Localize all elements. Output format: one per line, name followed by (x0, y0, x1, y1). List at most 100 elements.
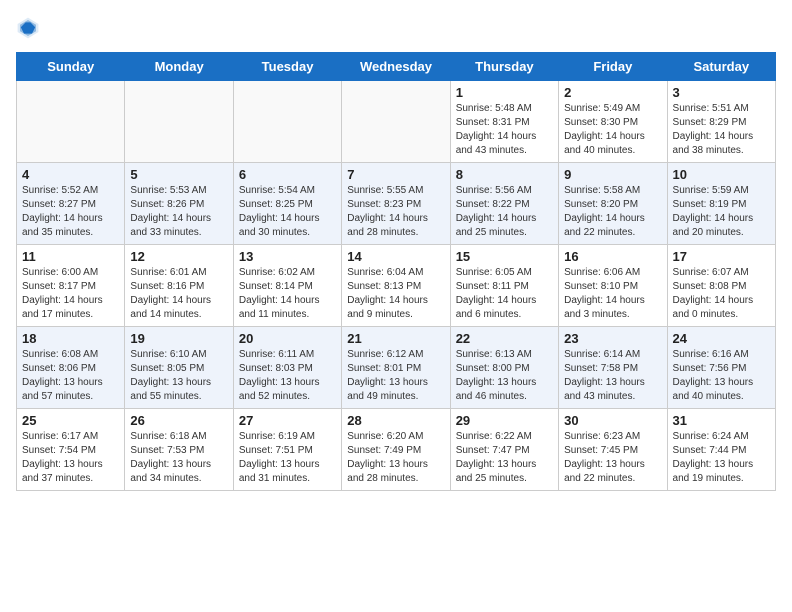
calendar-day-cell: 2 Sunrise: 5:49 AM Sunset: 8:30 PM Daylig… (559, 81, 667, 163)
logo (16, 16, 44, 40)
day-info: Sunrise: 6:02 AM Sunset: 8:14 PM Dayligh… (239, 266, 336, 322)
day-number: 23 (564, 331, 661, 346)
day-number: 6 (239, 167, 336, 182)
calendar-day-cell: 27 Sunrise: 6:19 AM Sunset: 7:51 PM Dayli… (233, 409, 341, 491)
day-number: 15 (456, 249, 553, 264)
calendar-day-cell: 12Sunrise: 6:01 AM Sunset: 8:16 PM Dayli… (125, 245, 233, 327)
weekday-header: Friday (559, 53, 667, 81)
day-info: Sunrise: 6:00 AM Sunset: 8:17 PM Dayligh… (22, 266, 119, 322)
day-info: Sunrise: 5:48 AM Sunset: 8:31 PM Dayligh… (456, 102, 553, 158)
day-number: 22 (456, 331, 553, 346)
day-info: Sunrise: 5:49 AM Sunset: 8:30 PM Dayligh… (564, 102, 661, 158)
day-info: Sunrise: 6:18 AM Sunset: 7:53 PM Dayligh… (130, 430, 227, 486)
day-info: Sunrise: 6:22 AM Sunset: 7:47 PM Dayligh… (456, 430, 553, 486)
day-number: 31 (673, 413, 770, 428)
day-number: 10 (673, 167, 770, 182)
calendar-day-cell: 4 Sunrise: 5:52 AM Sunset: 8:27 PM Daylig… (17, 163, 125, 245)
day-info: Sunrise: 5:58 AM Sunset: 8:20 PM Dayligh… (564, 184, 661, 240)
day-info: Sunrise: 6:13 AM Sunset: 8:00 PM Dayligh… (456, 348, 553, 404)
day-number: 3 (673, 85, 770, 100)
calendar-day-cell: 5 Sunrise: 5:53 AM Sunset: 8:26 PM Daylig… (125, 163, 233, 245)
calendar-table: SundayMondayTuesdayWednesdayThursdayFrid… (16, 52, 776, 491)
calendar-day-cell: 1 Sunrise: 5:48 AM Sunset: 8:31 PM Daylig… (450, 81, 558, 163)
calendar-day-cell: 7Sunrise: 5:55 AM Sunset: 8:23 PM Daylig… (342, 163, 450, 245)
day-info: Sunrise: 5:54 AM Sunset: 8:25 PM Dayligh… (239, 184, 336, 240)
weekday-header: Monday (125, 53, 233, 81)
weekday-header: Sunday (17, 53, 125, 81)
calendar-day-cell: 6 Sunrise: 5:54 AM Sunset: 8:25 PM Daylig… (233, 163, 341, 245)
day-number: 1 (456, 85, 553, 100)
calendar-day-cell: 10 Sunrise: 5:59 AM Sunset: 8:19 PM Dayli… (667, 163, 775, 245)
day-info: Sunrise: 6:11 AM Sunset: 8:03 PM Dayligh… (239, 348, 336, 404)
day-number: 18 (22, 331, 119, 346)
calendar-day-cell: 17Sunrise: 6:07 AM Sunset: 8:08 PM Dayli… (667, 245, 775, 327)
day-number: 25 (22, 413, 119, 428)
day-info: Sunrise: 6:14 AM Sunset: 7:58 PM Dayligh… (564, 348, 661, 404)
day-info: Sunrise: 5:53 AM Sunset: 8:26 PM Dayligh… (130, 184, 227, 240)
day-number: 5 (130, 167, 227, 182)
calendar-day-cell: 16 Sunrise: 6:06 AM Sunset: 8:10 PM Dayli… (559, 245, 667, 327)
calendar-day-cell: 23 Sunrise: 6:14 AM Sunset: 7:58 PM Dayli… (559, 327, 667, 409)
day-number: 24 (673, 331, 770, 346)
day-info: Sunrise: 6:23 AM Sunset: 7:45 PM Dayligh… (564, 430, 661, 486)
day-number: 2 (564, 85, 661, 100)
weekday-header: Wednesday (342, 53, 450, 81)
day-number: 9 (564, 167, 661, 182)
day-number: 19 (130, 331, 227, 346)
calendar-week-row: 25 Sunrise: 6:17 AM Sunset: 7:54 PM Dayli… (17, 409, 776, 491)
calendar-week-row: 1 Sunrise: 5:48 AM Sunset: 8:31 PM Daylig… (17, 81, 776, 163)
day-number: 30 (564, 413, 661, 428)
day-number: 8 (456, 167, 553, 182)
day-number: 14 (347, 249, 444, 264)
day-number: 29 (456, 413, 553, 428)
calendar-day-cell: 25 Sunrise: 6:17 AM Sunset: 7:54 PM Dayli… (17, 409, 125, 491)
calendar-header-row: SundayMondayTuesdayWednesdayThursdayFrid… (17, 53, 776, 81)
day-info: Sunrise: 5:52 AM Sunset: 8:27 PM Dayligh… (22, 184, 119, 240)
day-number: 11 (22, 249, 119, 264)
calendar-day-cell: 31 Sunrise: 6:24 AM Sunset: 7:44 PM Dayli… (667, 409, 775, 491)
day-number: 27 (239, 413, 336, 428)
calendar-day-cell (125, 81, 233, 163)
calendar-day-cell: 3 Sunrise: 5:51 AM Sunset: 8:29 PM Daylig… (667, 81, 775, 163)
day-number: 21 (347, 331, 444, 346)
day-info: Sunrise: 6:08 AM Sunset: 8:06 PM Dayligh… (22, 348, 119, 404)
day-info: Sunrise: 6:06 AM Sunset: 8:10 PM Dayligh… (564, 266, 661, 322)
day-number: 7 (347, 167, 444, 182)
calendar-day-cell: 22 Sunrise: 6:13 AM Sunset: 8:00 PM Dayli… (450, 327, 558, 409)
logo-icon (16, 16, 40, 40)
day-number: 20 (239, 331, 336, 346)
calendar-day-cell: 29 Sunrise: 6:22 AM Sunset: 7:47 PM Dayli… (450, 409, 558, 491)
calendar-week-row: 4 Sunrise: 5:52 AM Sunset: 8:27 PM Daylig… (17, 163, 776, 245)
calendar-day-cell: 9 Sunrise: 5:58 AM Sunset: 8:20 PM Daylig… (559, 163, 667, 245)
day-info: Sunrise: 5:56 AM Sunset: 8:22 PM Dayligh… (456, 184, 553, 240)
day-info: Sunrise: 6:16 AM Sunset: 7:56 PM Dayligh… (673, 348, 770, 404)
day-number: 16 (564, 249, 661, 264)
calendar-day-cell: 11 Sunrise: 6:00 AM Sunset: 8:17 PM Dayli… (17, 245, 125, 327)
day-info: Sunrise: 6:19 AM Sunset: 7:51 PM Dayligh… (239, 430, 336, 486)
calendar-week-row: 18 Sunrise: 6:08 AM Sunset: 8:06 PM Dayli… (17, 327, 776, 409)
calendar-day-cell (342, 81, 450, 163)
day-info: Sunrise: 5:51 AM Sunset: 8:29 PM Dayligh… (673, 102, 770, 158)
calendar-day-cell (233, 81, 341, 163)
calendar-day-cell: 21 Sunrise: 6:12 AM Sunset: 8:01 PM Dayli… (342, 327, 450, 409)
calendar-day-cell: 20 Sunrise: 6:11 AM Sunset: 8:03 PM Dayli… (233, 327, 341, 409)
calendar-day-cell (17, 81, 125, 163)
day-number: 12 (130, 249, 227, 264)
calendar-day-cell: 26Sunrise: 6:18 AM Sunset: 7:53 PM Dayli… (125, 409, 233, 491)
calendar-day-cell: 13Sunrise: 6:02 AM Sunset: 8:14 PM Dayli… (233, 245, 341, 327)
day-info: Sunrise: 6:12 AM Sunset: 8:01 PM Dayligh… (347, 348, 444, 404)
day-number: 28 (347, 413, 444, 428)
calendar-day-cell: 14 Sunrise: 6:04 AM Sunset: 8:13 PM Dayli… (342, 245, 450, 327)
weekday-header: Saturday (667, 53, 775, 81)
day-info: Sunrise: 5:59 AM Sunset: 8:19 PM Dayligh… (673, 184, 770, 240)
day-info: Sunrise: 6:20 AM Sunset: 7:49 PM Dayligh… (347, 430, 444, 486)
day-info: Sunrise: 6:05 AM Sunset: 8:11 PM Dayligh… (456, 266, 553, 322)
calendar-day-cell: 15 Sunrise: 6:05 AM Sunset: 8:11 PM Dayli… (450, 245, 558, 327)
calendar-day-cell: 24 Sunrise: 6:16 AM Sunset: 7:56 PM Dayli… (667, 327, 775, 409)
day-info: Sunrise: 6:10 AM Sunset: 8:05 PM Dayligh… (130, 348, 227, 404)
day-info: Sunrise: 6:17 AM Sunset: 7:54 PM Dayligh… (22, 430, 119, 486)
page-header (16, 16, 776, 40)
day-number: 4 (22, 167, 119, 182)
day-info: Sunrise: 6:04 AM Sunset: 8:13 PM Dayligh… (347, 266, 444, 322)
day-info: Sunrise: 6:24 AM Sunset: 7:44 PM Dayligh… (673, 430, 770, 486)
